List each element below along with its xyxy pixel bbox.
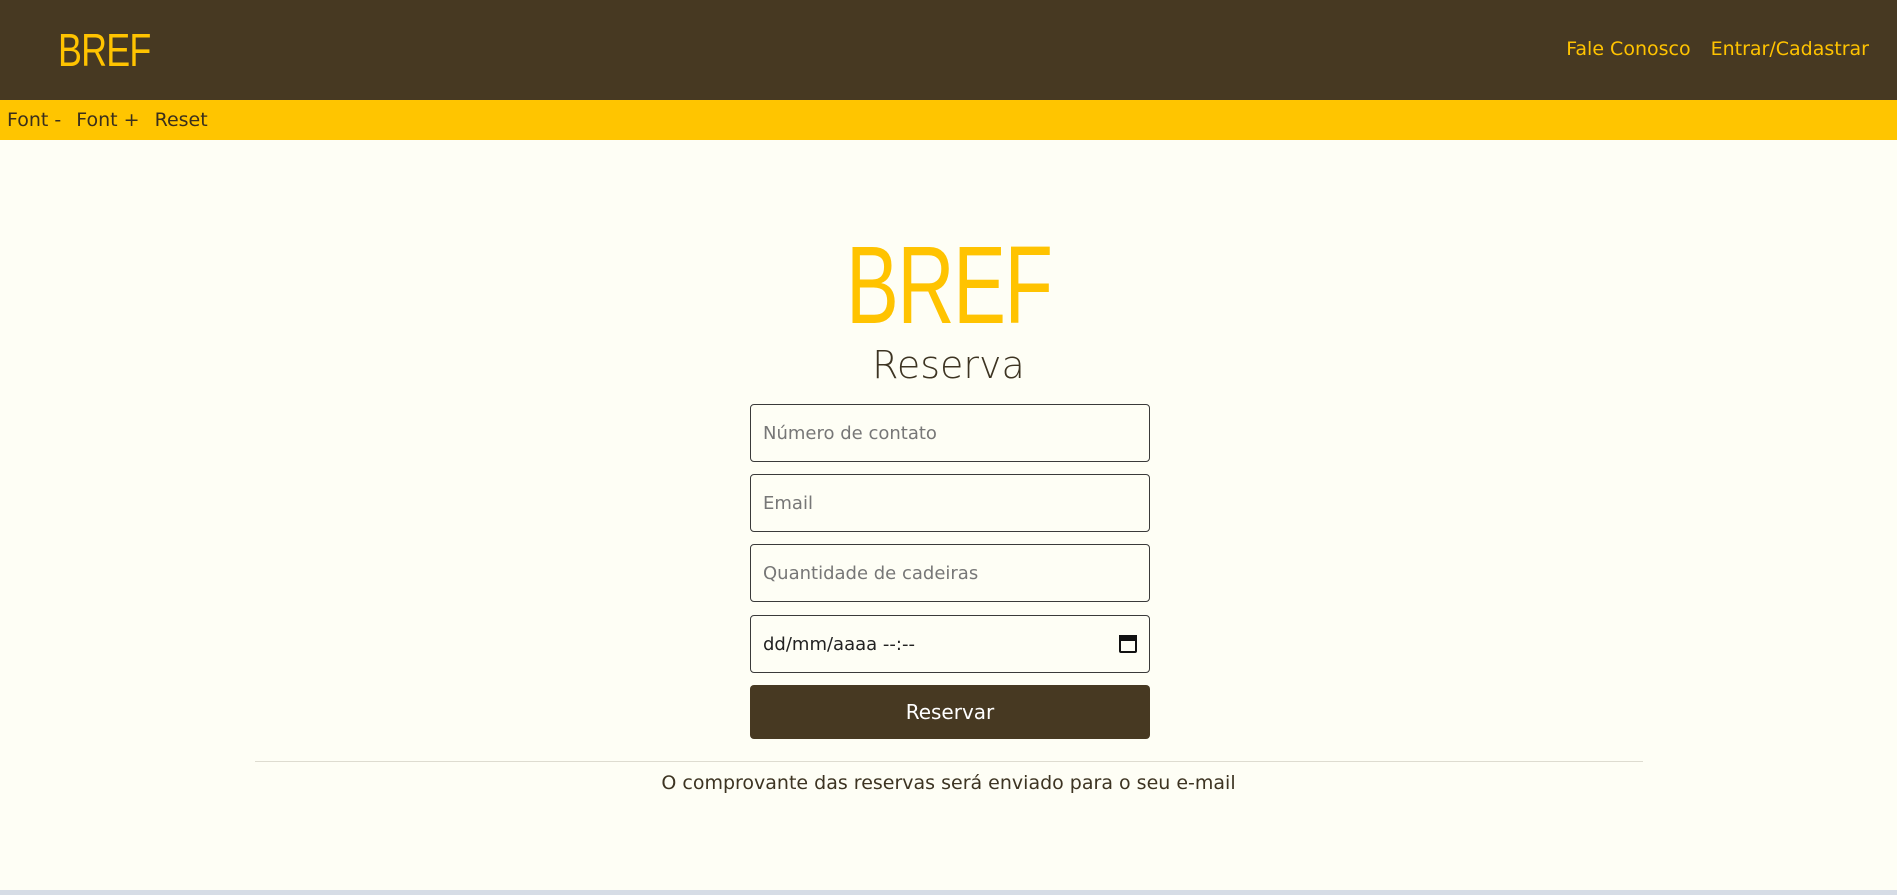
- email-field[interactable]: [750, 474, 1150, 532]
- nav-fale-conosco[interactable]: Fale Conosco: [1566, 38, 1690, 60]
- chairs-input[interactable]: [763, 545, 1137, 601]
- brand-logo[interactable]: BREF: [58, 22, 151, 78]
- page-title: BREF: [0, 226, 1897, 346]
- receipt-note: O comprovante das reservas será enviado …: [661, 772, 1236, 794]
- page-subtitle: Reserva: [872, 343, 1025, 387]
- font-decrease-button[interactable]: Font -: [7, 109, 61, 131]
- page-title-text: BREF: [845, 224, 1053, 347]
- email-input[interactable]: [763, 475, 1137, 531]
- reservar-button[interactable]: Reservar: [750, 685, 1150, 739]
- font-increase-button[interactable]: Font +: [76, 109, 139, 131]
- nav-entrar-cadastrar[interactable]: Entrar/Cadastrar: [1711, 38, 1869, 60]
- datetime-input[interactable]: dd/mm/aaaa --:--: [763, 634, 1119, 655]
- calendar-icon[interactable]: [1119, 635, 1137, 653]
- top-nav: Fale Conosco Entrar/Cadastrar: [1566, 38, 1869, 60]
- window-bottom-edge: [0, 890, 1897, 895]
- chairs-field[interactable]: [750, 544, 1150, 602]
- font-reset-button[interactable]: Reset: [155, 109, 208, 131]
- top-navbar: BREF Fale Conosco Entrar/Cadastrar: [0, 0, 1897, 100]
- contact-field[interactable]: [750, 404, 1150, 462]
- divider: [255, 761, 1643, 762]
- contact-input[interactable]: [763, 405, 1137, 461]
- datetime-field[interactable]: dd/mm/aaaa --:--: [750, 615, 1150, 673]
- font-size-bar: Font - Font + Reset: [0, 100, 1897, 140]
